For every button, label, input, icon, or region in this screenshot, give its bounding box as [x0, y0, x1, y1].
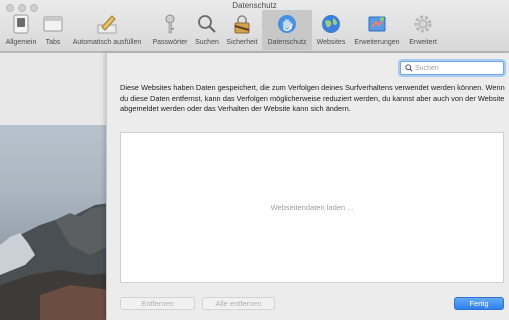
tab-security-label: Sicherheit [226, 39, 258, 46]
remove-all-button[interactable]: Alle entfernen [202, 297, 275, 310]
tab-tabs-label: Tabs [45, 39, 61, 46]
privacy-hand-icon [278, 15, 296, 33]
tab-websites-label: Websites [316, 39, 346, 46]
search-icon [405, 64, 413, 72]
titlebar: Datenschutz Allgemein Tabs Automatisch a… [0, 0, 509, 52]
tab-autofill-label: Automatisch ausfüllen [72, 39, 142, 46]
tab-autofill[interactable]: Automatisch ausfüllen [66, 10, 148, 50]
tab-advanced[interactable]: Erweitert [405, 10, 441, 50]
remove-button[interactable]: Entfernen [120, 297, 195, 310]
window-title: Datenschutz [232, 1, 277, 10]
privacy-description: Diese Websites haben Daten gespeichert, … [120, 83, 505, 113]
tab-search[interactable]: Suchen [192, 10, 222, 50]
key-icon [165, 14, 175, 34]
autofill-pencil-icon [97, 15, 117, 34]
safari-preferences-window: Datenschutz Allgemein Tabs Automatisch a… [0, 0, 509, 320]
magnifier-icon [198, 15, 216, 33]
tab-general[interactable]: Allgemein [2, 10, 40, 50]
tab-search-label: Suchen [195, 39, 219, 46]
lock-icon [234, 15, 250, 34]
tab-security[interactable]: Sicherheit [223, 10, 261, 50]
puzzle-icon [368, 16, 386, 32]
tab-general-label: Allgemein [5, 39, 37, 46]
website-data-list[interactable]: Webseitendaten laden ... [120, 132, 504, 283]
tab-privacy[interactable]: Datenschutz [262, 10, 312, 50]
tab-advanced-label: Erweitert [409, 39, 437, 46]
tab-privacy-label: Datenschutz [267, 39, 307, 46]
search-field[interactable] [400, 61, 504, 75]
general-switch-icon [13, 14, 29, 34]
tab-passwords-label: Passwörter [152, 39, 188, 46]
done-button[interactable]: Fertig [454, 297, 504, 310]
tab-tabs[interactable]: Tabs [41, 10, 65, 50]
search-input[interactable] [415, 63, 501, 74]
gear-icon [414, 15, 432, 33]
loading-status: Webseitendaten laden ... [270, 203, 354, 212]
tab-passwords[interactable]: Passwörter [149, 10, 191, 50]
globe-icon [322, 15, 340, 33]
tabs-icon [43, 16, 63, 32]
tab-extensions-label: Erweiterungen [354, 39, 400, 46]
preferences-toolbar: Allgemein Tabs Automatisch ausfüllen Pas… [0, 10, 509, 50]
tab-extensions[interactable]: Erweiterungen [350, 10, 404, 50]
preferences-background-pane [0, 53, 106, 125]
tab-websites[interactable]: Websites [313, 10, 349, 50]
website-data-sheet: Diese Websites haben Daten gespeichert, … [106, 53, 509, 320]
